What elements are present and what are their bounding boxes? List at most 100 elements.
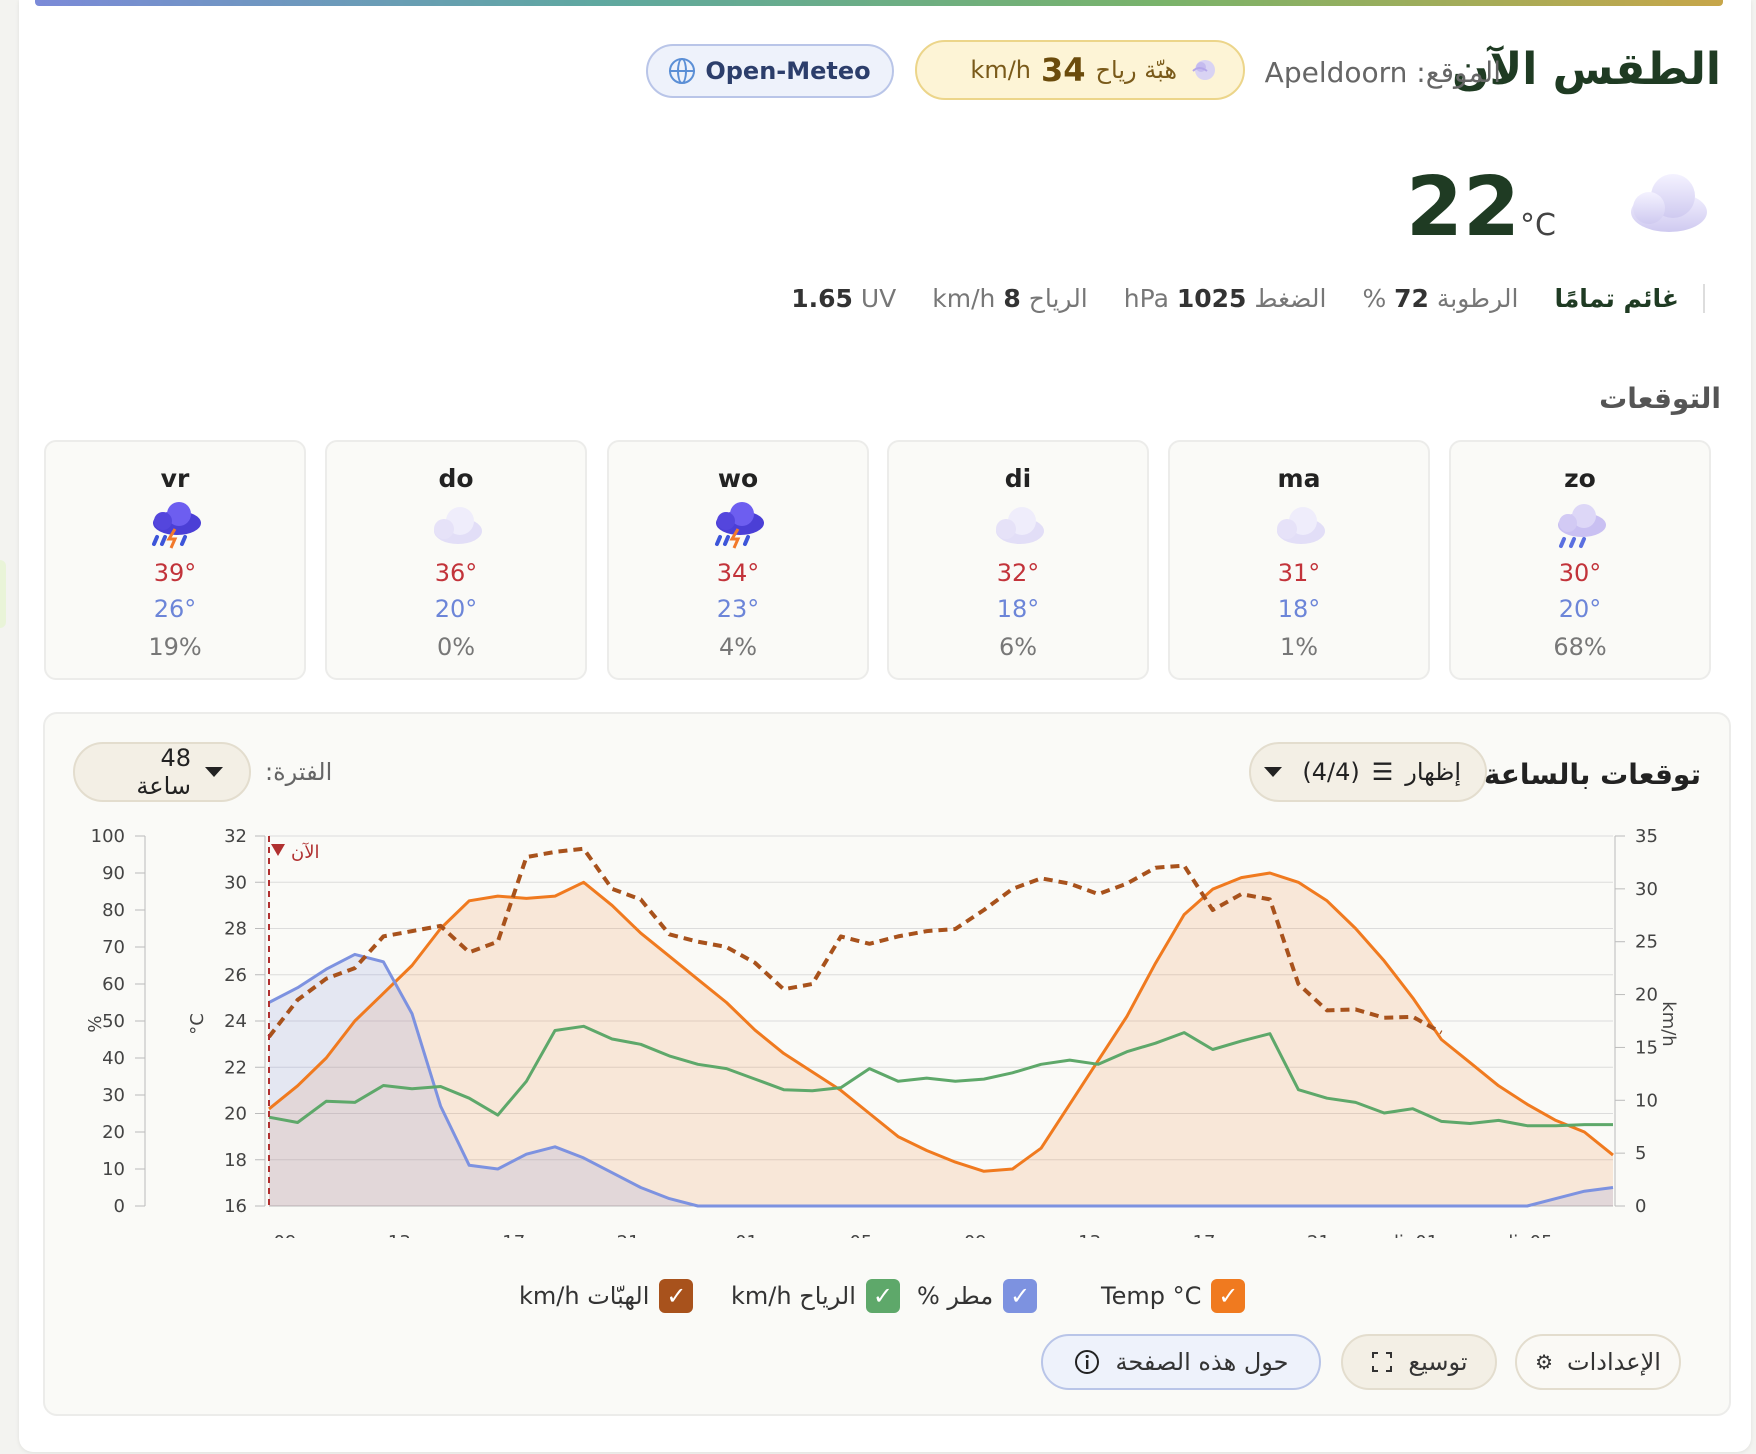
settings-button[interactable]: الإعدادات ⚙ [1515, 1334, 1681, 1390]
legend-gusts[interactable]: ✓ الهبّات km/h [519, 1276, 694, 1316]
x-tick-label: zo, 17 [470, 1232, 525, 1238]
forecast-day-card[interactable]: wo 34° 23° 4% [607, 440, 869, 680]
pct-tick-label: 40 [102, 1048, 125, 1069]
chevron-down-icon [1264, 767, 1283, 777]
pressure-stat: الضغط 1025 hPa [1123, 284, 1327, 313]
location-label: الموقع: Apeldoorn [1264, 56, 1501, 89]
gear-icon: ⚙ [1535, 1350, 1554, 1374]
conditions-row: غائم تمامًا الرطوبة 72 % الضغط 1025 hPa … [791, 284, 1705, 313]
show-label: إظهار [1405, 758, 1461, 786]
pct-axis-label: % [85, 1015, 106, 1032]
weather-card: الطقس الآن الموقع: Apeldoorn هبّة رياح 3… [19, 0, 1751, 1452]
wind-tick-label: 30 [1635, 879, 1658, 900]
wind-tick-label: 25 [1635, 932, 1658, 953]
pct-tick-label: 0 [114, 1196, 125, 1217]
precip-chance: 0% [436, 633, 476, 661]
series-toggle-dropdown[interactable]: إظهار ☰ (4/4) [1249, 742, 1487, 802]
settings-label: الإعدادات [1567, 1348, 1661, 1376]
source-badge[interactable]: Open-Meteo [646, 44, 894, 98]
temp-tick-label: 32 [224, 826, 247, 847]
thunderstorm-icon [708, 501, 768, 557]
legend-temp[interactable]: ✓ Temp °C [1101, 1276, 1246, 1316]
pct-tick-label: 100 [91, 826, 125, 847]
x-tick-label: ma, 05 [809, 1232, 872, 1238]
menu-icon: ☰ [1371, 758, 1394, 786]
info-icon [1075, 1350, 1100, 1374]
legend-label: الهبّات km/h [519, 1282, 650, 1310]
high-temp: 30° [1558, 559, 1602, 587]
gust-badge: هبّة رياح 34 km/h [915, 40, 1245, 100]
low-temp: 20° [434, 595, 478, 623]
precip-chance: 68% [1553, 633, 1607, 661]
about-label: حول هذه الصفحة [1115, 1348, 1289, 1376]
forecast-day-card[interactable]: di 32° 18° 6% [887, 440, 1149, 680]
pct-tick-label: 70 [102, 937, 125, 958]
day-name: di [1004, 464, 1032, 493]
checkbox-checked-icon: ✓ [1211, 1279, 1246, 1313]
period-select[interactable]: 48 ساعة [73, 742, 251, 802]
gust-value: 34 [1041, 51, 1086, 89]
precip-chance: 19% [148, 633, 202, 661]
pct-tick-label: 60 [102, 974, 125, 995]
temp-tick-label: 16 [224, 1196, 247, 1217]
globe-icon [669, 58, 696, 84]
low-temp: 20° [1558, 595, 1602, 623]
x-tick-label: zo, 13 [356, 1232, 411, 1238]
forecast-day-card[interactable]: ma 31° 18° 1% [1168, 440, 1430, 680]
expand-label: توسيع [1408, 1348, 1468, 1376]
temp-tick-label: 20 [224, 1104, 247, 1125]
x-tick-label: ma, 17 [1153, 1232, 1216, 1238]
expand-button[interactable]: توسيع [1341, 1334, 1497, 1390]
x-tick-label: ma, 13 [1038, 1232, 1101, 1238]
temp-tick-label: 28 [224, 919, 247, 940]
side-handle[interactable] [0, 560, 6, 628]
checkbox-checked-icon: ✓ [659, 1279, 694, 1313]
uv-stat: 1.65 UV [791, 284, 897, 313]
temp-tick-label: 26 [224, 965, 247, 986]
high-temp: 31° [1277, 559, 1321, 587]
cloud-icon [426, 501, 486, 557]
pct-tick-label: 20 [102, 1122, 125, 1143]
day-name: zo [1564, 464, 1596, 493]
legend-label: مطر % [917, 1282, 994, 1310]
temperature-value: 22 [1405, 160, 1521, 255]
forecast-day-card[interactable]: vr 39° 26° 19% [44, 440, 306, 680]
period-label: الفترة: [265, 758, 333, 786]
gust-unit: km/h [970, 56, 1031, 84]
cloud-icon [988, 501, 1048, 557]
show-count: (4/4) [1302, 758, 1360, 786]
precip-chance: 6% [998, 633, 1038, 661]
current-temperature: 22°C [1406, 160, 1556, 255]
low-temp: 26° [153, 595, 197, 623]
day-name: do [438, 464, 474, 493]
cloud-icon [1269, 501, 1329, 557]
forecast-day-card[interactable]: do 36° 20° 0% [325, 440, 587, 680]
wind-swirl-icon [1192, 60, 1215, 80]
wind-tick-label: 15 [1635, 1037, 1658, 1058]
pct-tick-label: 90 [102, 863, 125, 884]
now-label: الآن [291, 841, 320, 863]
low-temp: 18° [996, 595, 1040, 623]
about-button[interactable]: حول هذه الصفحة [1041, 1334, 1321, 1390]
pct-tick-label: 30 [102, 1085, 125, 1106]
high-temp: 34° [716, 559, 760, 587]
legend-rain[interactable]: ✓ مطر % [917, 1276, 1038, 1316]
high-temp: 39° [153, 559, 197, 587]
temp-tick-label: 30 [224, 872, 247, 893]
wind-tick-label: 0 [1635, 1196, 1646, 1217]
x-tick-label: ma, 09 [924, 1232, 987, 1238]
wind-stat: الرياح 8 km/h [932, 284, 1088, 313]
high-temp: 32° [996, 559, 1040, 587]
snow-rain-icon [1550, 501, 1610, 557]
low-temp: 23° [716, 595, 760, 623]
low-temp: 18° [1277, 595, 1321, 623]
temperature-unit: °C [1520, 208, 1556, 243]
legend-wind[interactable]: ✓ الرياح km/h [731, 1276, 900, 1316]
day-name: vr [160, 464, 190, 493]
x-tick-label: ma, 21 [1267, 1232, 1330, 1238]
forecast-day-card[interactable]: zo 30° 20° 68% [1449, 440, 1711, 680]
x-tick-label: di, 01 [1387, 1232, 1438, 1238]
period-value: 48 ساعة [136, 744, 191, 800]
checkbox-checked-icon: ✓ [1003, 1279, 1038, 1313]
day-name: ma [1277, 464, 1321, 493]
